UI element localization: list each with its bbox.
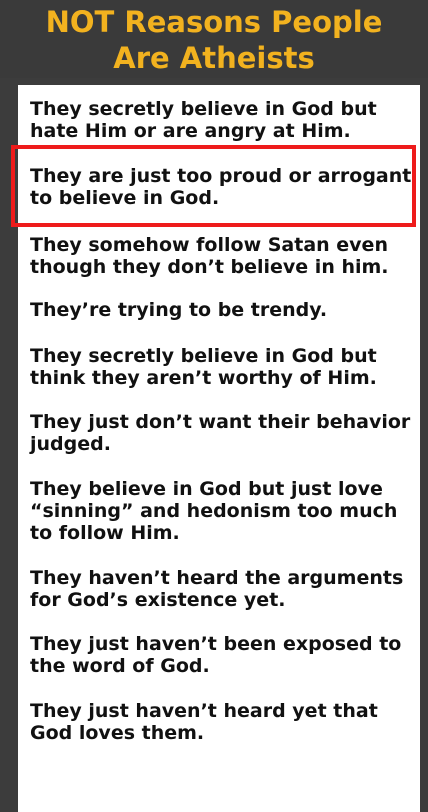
reason-8-line-2: for God’s existence yet. xyxy=(30,589,286,611)
reason-1-line-1: They secretly believe in God but xyxy=(30,98,377,120)
reason-item-7: They believe in God but just love “sinni… xyxy=(30,478,420,544)
reason-6-line-2: judged. xyxy=(30,433,111,455)
reason-item-10: They just haven’t heard yet that God lov… xyxy=(30,700,420,744)
reason-4-line-1: They’re trying to be trendy. xyxy=(30,299,328,321)
reason-8-line-1: They haven’t heard the arguments xyxy=(30,567,404,589)
reason-3-line-2: though they don’t believe in him. xyxy=(30,256,389,278)
reason-10-line-2: God loves them. xyxy=(30,722,205,744)
reason-7-line-3: to follow Him. xyxy=(30,522,180,544)
page-title-line-1: NOT Reasons People xyxy=(45,5,383,39)
reason-item-8: They haven’t heard the arguments for God… xyxy=(30,567,420,611)
reason-7-line-2: “sinning” and hedonism too much xyxy=(30,500,398,522)
reason-7-line-1: They believe in God but just love xyxy=(30,478,383,500)
reason-item-9: They just haven’t been exposed to the wo… xyxy=(30,633,420,677)
reason-9-line-1: They just haven’t been exposed to xyxy=(30,633,402,655)
reason-3-line-1: They somehow follow Satan even xyxy=(30,234,388,256)
reason-1-line-2: hate Him or are angry at Him. xyxy=(30,120,351,142)
reason-5-line-1: They secretly believe in God but xyxy=(30,345,377,367)
reason-item-4: They’re trying to be trendy. xyxy=(30,299,420,321)
reason-5-line-2: think they aren’t worthy of Him. xyxy=(30,367,377,389)
reason-item-3: They somehow follow Satan even though th… xyxy=(30,234,420,278)
highlight-box xyxy=(11,145,416,227)
reason-6-line-1: They just don’t want their behavior xyxy=(30,411,411,433)
page-title-line-2: Are Atheists xyxy=(113,41,315,75)
reason-item-1: They secretly believe in God but hate Hi… xyxy=(30,98,420,142)
reason-9-line-2: the word of God. xyxy=(30,655,210,677)
reason-item-5: They secretly believe in God but think t… xyxy=(30,345,420,389)
reason-10-line-1: They just haven’t heard yet that xyxy=(30,700,378,722)
header-bar: NOT Reasons People Are Atheists xyxy=(0,0,428,78)
reason-item-6: They just don’t want their behavior judg… xyxy=(30,411,420,455)
